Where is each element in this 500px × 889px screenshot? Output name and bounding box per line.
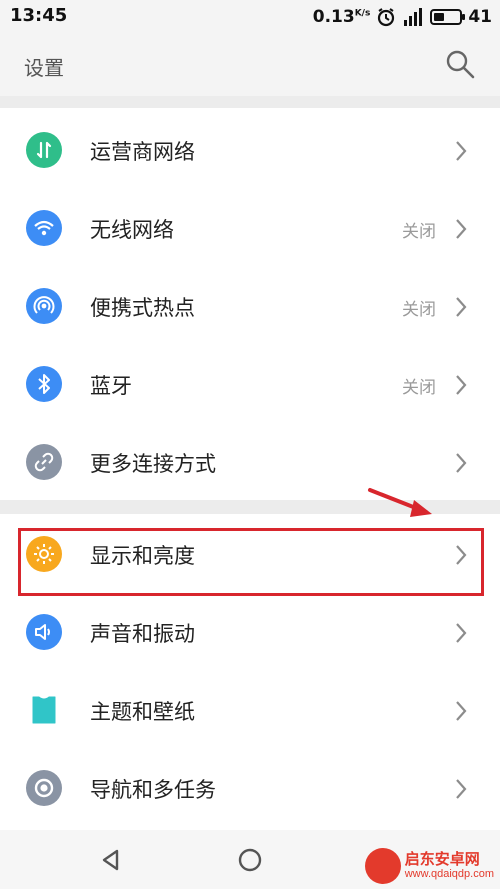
network-speed: 0.13K/s [312, 7, 371, 27]
bluetooth-icon [26, 366, 62, 402]
watermark-url: www.qdaiqdp.com [404, 868, 494, 880]
settings-item-label: 声音和振动 [90, 622, 195, 646]
chevron-right-icon [456, 623, 467, 643]
settings-item-value: 关闭 [402, 222, 436, 242]
search-icon[interactable] [444, 48, 476, 80]
chevron-right-icon [456, 375, 467, 395]
header: 设置 [0, 34, 500, 96]
chevron-right-icon [456, 219, 467, 239]
back-triangle-icon[interactable] [98, 847, 124, 873]
hotspot-icon [26, 288, 62, 324]
chevron-right-icon [456, 297, 467, 317]
settings-item-value: 关闭 [402, 378, 436, 398]
page-title: 设置 [24, 56, 64, 80]
highlight-box [18, 528, 484, 596]
watermark: 启东安卓网 www.qdaiqdp.com [364, 848, 494, 884]
alarm-icon [378, 8, 395, 27]
shirt-icon [26, 692, 62, 728]
chevron-right-icon [456, 453, 467, 473]
settings-item-navigation-multitask[interactable]: 导航和多任务 [0, 750, 500, 828]
settings-item-label: 导航和多任务 [90, 778, 216, 802]
watermark-title: 启东安卓网 [404, 850, 480, 868]
signal-icon [404, 8, 423, 26]
settings-item-value: 关闭 [402, 300, 436, 320]
battery-icon [430, 9, 466, 25]
settings-item-theme-wallpaper[interactable]: 主题和壁纸 [0, 672, 500, 750]
settings-section-connections: 运营商网络 无线网络 关闭 便携式热点 关闭 蓝牙 关闭 更多连接方式 [0, 108, 500, 500]
navigation-ring-icon [26, 770, 62, 806]
watermark-logo-icon [364, 848, 401, 884]
home-circle-icon[interactable] [237, 847, 263, 873]
watermark-text: 启东安卓网 www.qdaiqdp.com [405, 851, 494, 881]
status-time: 13:45 [10, 5, 68, 26]
chevron-right-icon [456, 141, 467, 161]
link-icon [26, 444, 62, 480]
settings-item-label: 便携式热点 [90, 296, 195, 320]
settings-item-wifi[interactable]: 无线网络 关闭 [0, 190, 500, 268]
settings-item-label: 更多连接方式 [90, 452, 216, 476]
settings-item-label: 无线网络 [90, 218, 174, 242]
settings-item-label: 蓝牙 [90, 374, 132, 398]
settings-item-carrier-network[interactable]: 运营商网络 [0, 112, 500, 190]
updown-arrows-icon [26, 132, 62, 168]
wifi-icon [26, 210, 62, 246]
battery-level: 41 [468, 7, 492, 27]
settings-item-label: 运营商网络 [90, 140, 195, 164]
settings-item-sound-vibration[interactable]: 声音和振动 [0, 594, 500, 672]
status-indicators: 0.13K/s 41 [313, 5, 492, 29]
settings-item-label: 主题和壁纸 [90, 700, 195, 724]
section-gap [0, 96, 500, 108]
settings-item-hotspot[interactable]: 便携式热点 关闭 [0, 268, 500, 346]
annotation-arrow-icon [368, 488, 432, 517]
status-bar: 13:45 0.13K/s 41 [0, 0, 500, 34]
chevron-right-icon [456, 779, 467, 799]
speaker-icon [26, 614, 62, 650]
chevron-right-icon [456, 701, 467, 721]
settings-item-bluetooth[interactable]: 蓝牙 关闭 [0, 346, 500, 424]
